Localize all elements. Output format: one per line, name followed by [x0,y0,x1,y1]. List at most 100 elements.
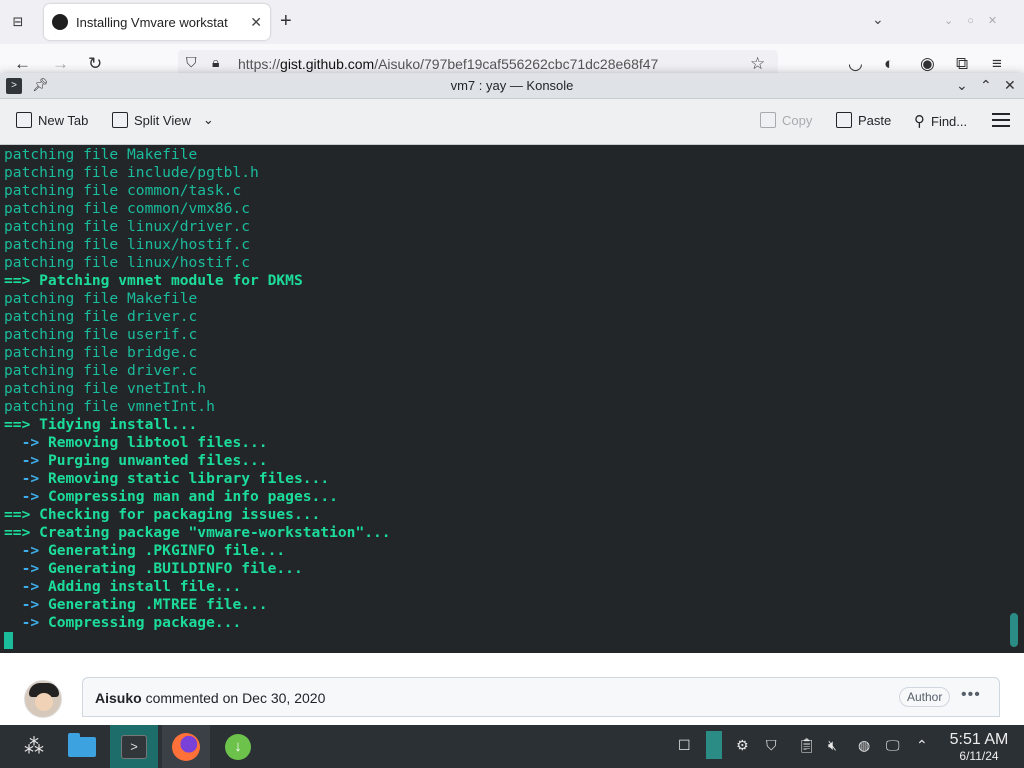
extensions-icon[interactable]: ⧉ [956,54,968,74]
show-desktop-icon[interactable]: ☐ [678,737,691,754]
terminal-line-prefix: -> [4,434,40,451]
taskbar-konsole[interactable]: > [110,725,158,768]
clock[interactable]: 5:51 AM 6/11/24 [940,731,1018,763]
clipboard-icon[interactable]: 📋︎ [798,737,816,754]
hamburger-menu-icon[interactable] [992,113,1010,131]
terminal-line: patching file include/pgtbl.h [4,164,1020,182]
pager-icon[interactable] [706,731,722,759]
terminal-line: -> Compressing man and info pages... [4,488,1020,506]
new-tab-button[interactable]: New Tab [16,112,88,128]
terminal-line-prefix: -> [4,470,40,487]
terminal-line-text: Removing static library files... [39,470,330,487]
pocket-icon[interactable]: ◡ [848,54,863,74]
terminal-output[interactable]: patching file Makefile patching file incl… [0,146,1024,653]
new-tab-icon [16,112,32,128]
terminal-line-prefix: -> [4,596,40,613]
taskbar-dolphin[interactable] [60,725,104,768]
reload-icon[interactable]: ↻ [88,54,102,74]
clock-date: 6/11/24 [959,749,999,763]
comment-author[interactable]: Aisuko [95,690,142,706]
volume-muted-icon[interactable]: 🔇︎ [828,737,837,754]
network-icon[interactable]: ◍ [858,737,870,754]
terminal-line: -> Adding install file... [4,578,1020,596]
launcher-icon: ⁂ [24,736,44,758]
terminal-line-prefix: ==> [4,272,31,289]
terminal-line-text: patching file linux/hostif.c [4,236,251,253]
browser-tab[interactable]: Installing Vmvare workstat ✕ [44,4,270,40]
terminal-line-text: Removing libtool files... [39,434,268,451]
paste-icon [836,112,852,128]
extension-badge-icon[interactable]: ◐ [884,54,894,74]
terminal-icon: > [121,734,147,759]
terminal-line-text: patching file linux/hostif.c [4,254,251,271]
minimize-icon[interactable]: ⌄ [956,77,968,94]
terminal-line-text: patching file driver.c [4,308,198,325]
terminal-line-text: patching file Makefile [4,146,198,163]
terminal-line: -> Generating .BUILDINFO file... [4,560,1020,578]
konsole-titlebar[interactable]: > 📌︎ vm7 : yay — Konsole ⌄ ⌃ ✕ [0,73,1024,99]
terminal-line-text: Tidying install... [30,416,198,433]
chevron-down-icon[interactable]: ⌄ [872,11,884,28]
terminal-line-prefix: ==> [4,506,31,523]
comment-header: Aisuko commented on Dec 30, 2020 Author … [82,677,1000,717]
terminal-line-text: Creating package "vmware-workstation"... [30,524,391,541]
browser-window-controls[interactable]: ⌄○✕ [944,14,1011,27]
terminal-line-text: patching file bridge.c [4,344,198,361]
github-icon [52,14,68,30]
lock-icon[interactable]: 🔒︎ [212,54,219,71]
terminal-prompt-line [4,632,1020,650]
terminal-line: patching file userif.c [4,326,1020,344]
close-tab-icon[interactable]: ✕ [250,14,262,31]
tab-list-icon[interactable]: ⊟ [6,12,30,32]
shield-icon[interactable]: ⛉ [186,54,197,71]
search-icon: ⚲ [914,113,925,130]
tray-expand-icon[interactable]: ⌃ [916,737,928,754]
back-icon[interactable]: ← [14,54,31,74]
new-tab-icon[interactable]: + [280,10,292,33]
find-button[interactable]: ⚲ Find... [914,112,967,130]
more-options-icon[interactable]: ••• [961,686,981,704]
terminal-line-text: patching file common/task.c [4,182,242,199]
copy-button[interactable]: Copy [760,112,812,128]
terminal-line: patching file linux/hostif.c [4,236,1020,254]
terminal-line: -> Removing static library files... [4,470,1020,488]
comment-author-line: Aisuko commented on Dec 30, 2020 [95,690,325,706]
account-icon[interactable]: ◉ [920,54,935,74]
terminal-line: patching file Makefile [4,290,1020,308]
paste-label: Paste [858,112,892,128]
url-text: https://gist.github.com/Aisuko/797bef19c… [238,56,659,72]
terminal-line-text: patching file common/vmx86.c [4,200,251,217]
bookmark-star-icon[interactable]: ☆ [750,54,765,74]
terminal-line-text: Compressing package... [39,614,242,631]
paste-button[interactable]: Paste [836,112,891,128]
forward-icon[interactable]: → [52,54,69,74]
terminal-line: ==> Tidying install... [4,416,1020,434]
security-shield-icon[interactable]: ⛉ [766,737,777,754]
taskbar-firefox[interactable] [162,725,210,768]
browser-menu-icon[interactable]: ≡ [992,54,1002,74]
chevron-down-icon: ⌄ [202,112,214,127]
terminal-scrollbar[interactable] [1010,613,1018,647]
terminal-line-text: Generating .BUILDINFO file... [39,560,303,577]
terminal-line: ==> Creating package "vmware-workstation… [4,524,1020,542]
terminal-line-text: patching file include/pgtbl.h [4,164,259,181]
terminal-line: patching file Makefile [4,146,1020,164]
terminal-line: ==> Checking for packaging issues... [4,506,1020,524]
terminal-line-text: Patching vmnet module for DKMS [30,272,303,289]
terminal-line: patching file vnetInt.h [4,380,1020,398]
display-icon[interactable]: 🖵︎ [886,737,900,754]
split-view-button[interactable]: Split View ⌄ [112,112,214,128]
terminal-line: patching file vmnetInt.h [4,398,1020,416]
app-launcher-button[interactable]: ⁂ [12,725,56,768]
konsole-window: > 📌︎ vm7 : yay — Konsole ⌄ ⌃ ✕ New Tab S… [0,73,1024,653]
taskbar-downloader[interactable]: ↓ [214,725,262,768]
konsole-toolbar: New Tab Split View ⌄ Copy Paste ⚲ Find..… [0,99,1024,145]
avatar[interactable] [24,680,62,718]
terminal-line: -> Generating .MTREE file... [4,596,1020,614]
close-icon[interactable]: ✕ [1004,77,1016,94]
author-badge: Author [899,687,951,707]
maximize-icon[interactable]: ⌃ [980,77,992,94]
kdeconnect-icon[interactable]: ⚙ [736,737,749,754]
terminal-line-prefix: ==> [4,524,31,541]
terminal-line-prefix: ==> [4,416,31,433]
